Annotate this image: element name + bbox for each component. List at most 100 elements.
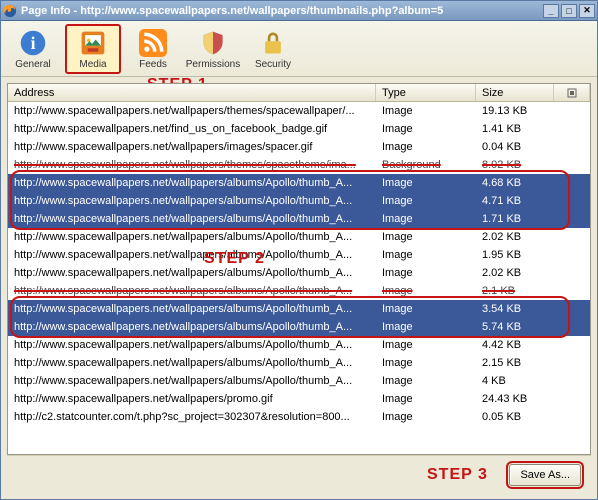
- lock-icon: [259, 29, 287, 57]
- cell-type: Image: [376, 411, 476, 423]
- footer: STEP 3 Save As...: [7, 455, 591, 493]
- cell-address: http://www.spacewallpapers.net/wallpaper…: [8, 141, 376, 153]
- cell-address: http://www.spacewallpapers.net/wallpaper…: [8, 213, 376, 225]
- table-row[interactable]: http://www.spacewallpapers.net/wallpaper…: [8, 372, 590, 390]
- cell-size: 3.54 KB: [476, 303, 554, 315]
- cell-type: Image: [376, 285, 476, 297]
- permissions-button[interactable]: Permissions: [185, 24, 241, 74]
- page-info-window: Page Info - http://www.spacewallpapers.n…: [0, 0, 598, 500]
- cell-size: 19.13 KB: [476, 105, 554, 117]
- table-row[interactable]: http://www.spacewallpapers.net/wallpaper…: [8, 192, 590, 210]
- toolbar-label: Permissions: [186, 59, 240, 70]
- cell-size: 8.02 KB: [476, 159, 554, 171]
- cell-type: Background: [376, 159, 476, 171]
- cell-address: http://www.spacewallpapers.net/wallpaper…: [8, 303, 376, 315]
- table-row[interactable]: http://www.spacewallpapers.net/wallpaper…: [8, 390, 590, 408]
- toolbar-label: Security: [255, 59, 291, 70]
- cell-address: http://www.spacewallpapers.net/wallpaper…: [8, 159, 376, 171]
- toolbar-label: Feeds: [139, 59, 167, 70]
- grid-header: Address Type Size: [8, 84, 590, 102]
- cell-size: 24.43 KB: [476, 393, 554, 405]
- cell-address: http://www.spacewallpapers.net/wallpaper…: [8, 285, 376, 297]
- table-row[interactable]: http://www.spacewallpapers.net/wallpaper…: [8, 282, 590, 300]
- cell-size: 2.02 KB: [476, 267, 554, 279]
- toolbar-label: Media: [79, 59, 106, 70]
- toolbar: i General Media Feeds Permissions Security: [1, 21, 597, 77]
- cell-size: 0.04 KB: [476, 141, 554, 153]
- cell-type: Image: [376, 393, 476, 405]
- table-row[interactable]: http://www.spacewallpapers.net/wallpaper…: [8, 246, 590, 264]
- cell-type: Image: [376, 303, 476, 315]
- table-row[interactable]: http://www.spacewallpapers.net/wallpaper…: [8, 264, 590, 282]
- table-row[interactable]: http://c2.statcounter.com/t.php?sc_proje…: [8, 408, 590, 426]
- cell-address: http://www.spacewallpapers.net/wallpaper…: [8, 195, 376, 207]
- cell-size: 4.42 KB: [476, 339, 554, 351]
- cell-size: 2.1 KB: [476, 285, 554, 297]
- media-button[interactable]: Media: [65, 24, 121, 74]
- cell-type: Image: [376, 177, 476, 189]
- table-row[interactable]: http://www.spacewallpapers.net/wallpaper…: [8, 300, 590, 318]
- cell-type: Image: [376, 357, 476, 369]
- media-grid: Address Type Size http://www.spacewallpa…: [7, 83, 591, 455]
- col-picker[interactable]: [554, 84, 590, 101]
- cell-address: http://www.spacewallpapers.net/wallpaper…: [8, 249, 376, 261]
- media-icon: [79, 29, 107, 57]
- grid-body[interactable]: http://www.spacewallpapers.net/wallpaper…: [8, 102, 590, 426]
- cell-address: http://www.spacewallpapers.net/wallpaper…: [8, 393, 376, 405]
- firefox-icon: [3, 4, 17, 18]
- maximize-button[interactable]: □: [561, 4, 577, 18]
- cell-size: 1.41 KB: [476, 123, 554, 135]
- cell-address: http://www.spacewallpapers.net/find_us_o…: [8, 123, 376, 135]
- cell-type: Image: [376, 249, 476, 261]
- rss-icon: [139, 29, 167, 57]
- table-row[interactable]: http://www.spacewallpapers.net/wallpaper…: [8, 102, 590, 120]
- table-row[interactable]: http://www.spacewallpapers.net/find_us_o…: [8, 120, 590, 138]
- table-row[interactable]: http://www.spacewallpapers.net/wallpaper…: [8, 138, 590, 156]
- minimize-button[interactable]: _: [543, 4, 559, 18]
- cell-type: Image: [376, 375, 476, 387]
- cell-size: 4.71 KB: [476, 195, 554, 207]
- table-row[interactable]: http://www.spacewallpapers.net/wallpaper…: [8, 354, 590, 372]
- cell-type: Image: [376, 231, 476, 243]
- cell-type: Image: [376, 267, 476, 279]
- general-button[interactable]: i General: [5, 24, 61, 74]
- window-title: Page Info - http://www.spacewallpapers.n…: [21, 5, 543, 17]
- save-as-button[interactable]: Save As...: [509, 464, 581, 486]
- cell-address: http://www.spacewallpapers.net/wallpaper…: [8, 321, 376, 333]
- table-row[interactable]: http://www.spacewallpapers.net/wallpaper…: [8, 174, 590, 192]
- cell-size: 1.95 KB: [476, 249, 554, 261]
- cell-address: http://c2.statcounter.com/t.php?sc_proje…: [8, 411, 376, 423]
- cell-type: Image: [376, 195, 476, 207]
- cell-type: Image: [376, 321, 476, 333]
- info-icon: i: [19, 29, 47, 57]
- table-row[interactable]: http://www.spacewallpapers.net/wallpaper…: [8, 228, 590, 246]
- col-type[interactable]: Type: [376, 84, 476, 101]
- cell-address: http://www.spacewallpapers.net/wallpaper…: [8, 177, 376, 189]
- table-row[interactable]: http://www.spacewallpapers.net/wallpaper…: [8, 318, 590, 336]
- cell-address: http://www.spacewallpapers.net/wallpaper…: [8, 375, 376, 387]
- shield-icon: [199, 29, 227, 57]
- step3-label: STEP 3: [427, 466, 488, 484]
- cell-size: 0.05 KB: [476, 411, 554, 423]
- table-row[interactable]: http://www.spacewallpapers.net/wallpaper…: [8, 336, 590, 354]
- col-address[interactable]: Address: [8, 84, 376, 101]
- toolbar-label: General: [15, 59, 51, 70]
- close-button[interactable]: ✕: [579, 4, 595, 18]
- step2-label: STEP 2: [204, 250, 265, 268]
- cell-type: Image: [376, 123, 476, 135]
- column-picker-icon: [567, 88, 577, 98]
- svg-text:i: i: [31, 33, 36, 53]
- table-row[interactable]: http://www.spacewallpapers.net/wallpaper…: [8, 210, 590, 228]
- feeds-button[interactable]: Feeds: [125, 24, 181, 74]
- cell-address: http://www.spacewallpapers.net/wallpaper…: [8, 105, 376, 117]
- cell-address: http://www.spacewallpapers.net/wallpaper…: [8, 357, 376, 369]
- cell-address: http://www.spacewallpapers.net/wallpaper…: [8, 231, 376, 243]
- titlebar[interactable]: Page Info - http://www.spacewallpapers.n…: [1, 1, 597, 21]
- table-row[interactable]: http://www.spacewallpapers.net/wallpaper…: [8, 156, 590, 174]
- content-area: STEP 1 Address Type Size http://www.spac…: [1, 77, 597, 499]
- cell-size: 4 KB: [476, 375, 554, 387]
- cell-type: Image: [376, 141, 476, 153]
- cell-type: Image: [376, 105, 476, 117]
- security-button[interactable]: Security: [245, 24, 301, 74]
- col-size[interactable]: Size: [476, 84, 554, 101]
